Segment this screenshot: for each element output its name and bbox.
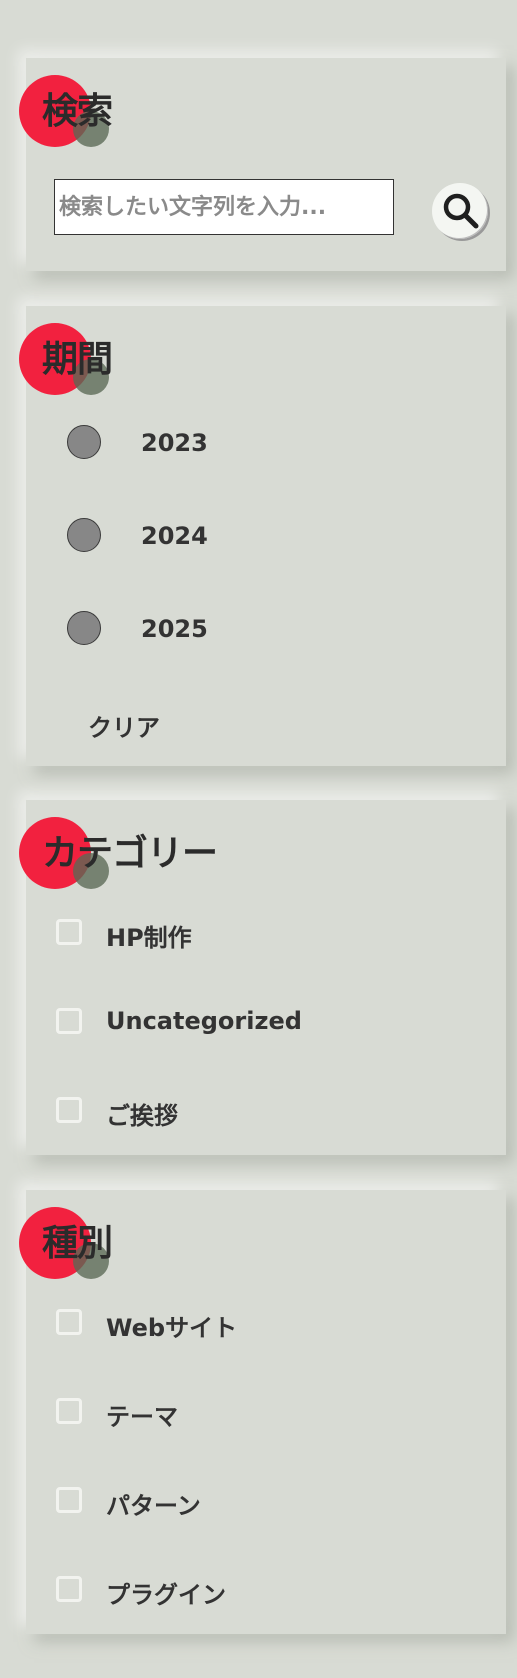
category-title: カテゴリー	[42, 833, 218, 874]
type-option-plugin[interactable]: プラグイン	[56, 1570, 476, 1610]
category-card-header: カテゴリー	[19, 800, 506, 889]
search-button[interactable]	[432, 183, 488, 239]
period-card: 期間 2023 2024 2025 クリア	[19, 306, 506, 766]
checkbox[interactable]	[56, 1008, 82, 1034]
category-option-greeting[interactable]: ご挨拶	[56, 1091, 476, 1131]
category-option-label: HP制作	[106, 924, 192, 952]
period-option-2025[interactable]: 2025	[67, 608, 367, 648]
type-option-label: テーマ	[106, 1403, 178, 1431]
category-option-label: Uncategorized	[106, 1007, 302, 1035]
category-card: カテゴリー HP制作 Uncategorized ご挨拶	[19, 800, 506, 1155]
type-card: 種別 Webサイト テーマ パターン プラグイン	[19, 1190, 506, 1634]
type-option-label: プラグイン	[106, 1581, 226, 1609]
period-option-label: 2023	[141, 429, 208, 457]
period-option-2023[interactable]: 2023	[67, 422, 367, 462]
period-clear-button[interactable]: クリア	[88, 708, 160, 743]
type-card-header: 種別	[19, 1190, 506, 1279]
type-title: 種別	[42, 1223, 113, 1264]
type-option-theme[interactable]: テーマ	[56, 1392, 476, 1432]
checkbox[interactable]	[56, 1309, 82, 1335]
period-title: 期間	[42, 339, 113, 380]
radio-button[interactable]	[67, 425, 101, 459]
type-option-label: パターン	[106, 1492, 201, 1520]
period-card-header: 期間	[19, 306, 506, 395]
search-card-header: 検索	[19, 58, 506, 147]
category-option-uncategorized[interactable]: Uncategorized	[56, 1002, 476, 1042]
checkbox[interactable]	[56, 1398, 82, 1424]
checkbox[interactable]	[56, 1097, 82, 1123]
category-option-label: ご挨拶	[106, 1102, 178, 1130]
radio-button[interactable]	[67, 611, 101, 645]
period-option-2024[interactable]: 2024	[67, 515, 367, 555]
search-icon	[443, 193, 479, 229]
checkbox[interactable]	[56, 1576, 82, 1602]
checkbox[interactable]	[56, 919, 82, 945]
search-title: 検索	[42, 91, 113, 132]
checkbox[interactable]	[56, 1487, 82, 1513]
period-option-label: 2025	[141, 615, 208, 643]
search-input[interactable]	[54, 179, 394, 235]
radio-button[interactable]	[67, 518, 101, 552]
search-card: 検索	[19, 58, 506, 271]
period-option-label: 2024	[141, 522, 208, 550]
type-option-label: Webサイト	[106, 1314, 238, 1342]
type-option-website[interactable]: Webサイト	[56, 1303, 476, 1343]
type-option-pattern[interactable]: パターン	[56, 1481, 476, 1521]
category-option-hp[interactable]: HP制作	[56, 913, 476, 953]
